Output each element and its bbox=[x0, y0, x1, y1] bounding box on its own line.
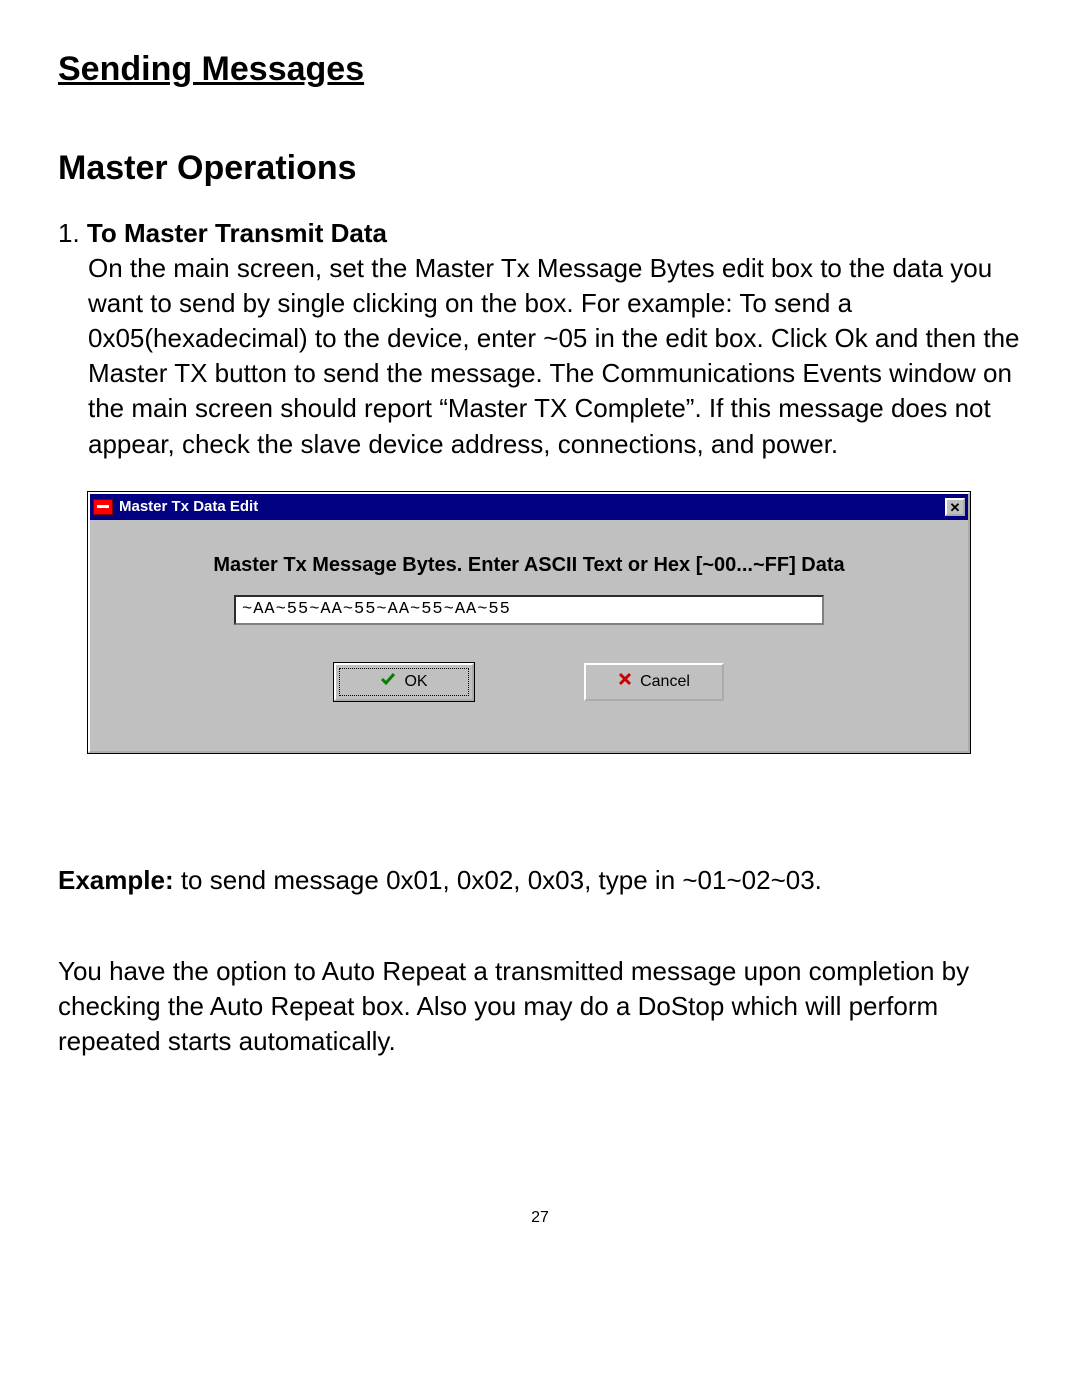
item-title: To Master Transmit Data bbox=[87, 218, 387, 248]
heading-sending-messages: Sending Messages bbox=[58, 50, 1022, 89]
item-body: On the main screen, set the Master Tx Me… bbox=[88, 251, 1022, 462]
post-paragraph: You have the option to Auto Repeat a tra… bbox=[58, 954, 1022, 1059]
app-icon bbox=[93, 499, 113, 515]
dialog-prompt: Master Tx Message Bytes. Enter ASCII Tex… bbox=[120, 554, 938, 577]
dialog-title: Master Tx Data Edit bbox=[119, 498, 945, 515]
ok-button-label: OK bbox=[404, 673, 427, 691]
ok-button[interactable]: OK bbox=[334, 663, 474, 701]
dialog-master-tx-data-edit: Master Tx Data Edit ✕ Master Tx Message … bbox=[88, 492, 970, 753]
dialog-button-row: OK Cancel bbox=[120, 663, 938, 701]
page-number: 27 bbox=[58, 1209, 1022, 1227]
dialog-body: Master Tx Message Bytes. Enter ASCII Tex… bbox=[90, 520, 968, 751]
heading-master-operations: Master Operations bbox=[58, 149, 1022, 188]
document-page: Sending Messages Master Operations 1. To… bbox=[0, 0, 1080, 1257]
check-icon bbox=[380, 672, 396, 691]
example-text: to send message 0x01, 0x02, 0x03, type i… bbox=[174, 865, 822, 895]
numbered-item: 1. To Master Transmit Data On the main s… bbox=[58, 216, 1022, 462]
cancel-icon bbox=[618, 672, 632, 691]
cancel-button-label: Cancel bbox=[640, 673, 690, 691]
cancel-button[interactable]: Cancel bbox=[584, 663, 724, 701]
example-line: Example: to send message 0x01, 0x02, 0x0… bbox=[58, 863, 1022, 898]
dialog-titlebar: Master Tx Data Edit ✕ bbox=[90, 494, 968, 520]
item-number: 1. bbox=[58, 218, 87, 248]
master-tx-bytes-input[interactable] bbox=[234, 595, 824, 625]
example-lead: Example: bbox=[58, 865, 174, 895]
close-button[interactable]: ✕ bbox=[945, 498, 965, 516]
